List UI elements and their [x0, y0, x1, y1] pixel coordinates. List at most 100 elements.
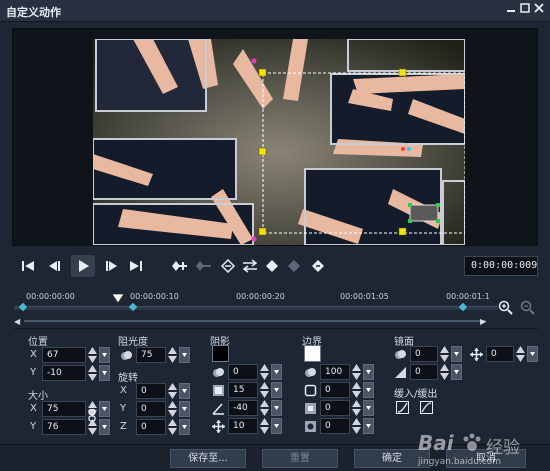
border-blur-value[interactable]: 0: [320, 400, 350, 416]
spin-arrows[interactable]: [352, 400, 361, 416]
border-width-spinner[interactable]: 0: [320, 382, 374, 398]
rotation-y-value[interactable]: 0: [136, 401, 166, 417]
reset-button[interactable]: 重置: [262, 449, 338, 468]
spin-arrows[interactable]: [352, 364, 361, 380]
mirror-fade-value[interactable]: 0: [410, 364, 438, 380]
size-y-spinner[interactable]: 76: [42, 419, 110, 435]
copy-keyframe-icon[interactable]: [308, 255, 328, 277]
shadow-angle-value[interactable]: -40: [228, 400, 258, 416]
spin-arrows[interactable]: [352, 382, 361, 398]
dropdown-icon[interactable]: [99, 401, 110, 417]
next-frame-icon[interactable]: [102, 255, 122, 277]
shadow-distance-spinner[interactable]: 10: [228, 418, 282, 434]
minimize-icon[interactable]: [504, 3, 518, 17]
swap-keyframes-icon[interactable]: [240, 255, 260, 277]
dropdown-icon[interactable]: [99, 365, 110, 381]
move-keyframe-right-icon[interactable]: [284, 255, 304, 277]
move-keyframe-left-icon[interactable]: [262, 255, 282, 277]
spin-arrows[interactable]: [168, 383, 177, 399]
dropdown-icon[interactable]: [271, 364, 282, 380]
dropdown-icon[interactable]: [271, 418, 282, 434]
shadow-angle-spinner[interactable]: -40: [228, 400, 282, 416]
dropdown-icon[interactable]: [363, 382, 374, 398]
size-x-value[interactable]: 75: [42, 401, 86, 417]
dropdown-icon[interactable]: [451, 364, 462, 380]
previous-frame-icon[interactable]: [44, 255, 64, 277]
remove-keyframe-icon[interactable]: [194, 255, 214, 277]
scroll-left-arrow[interactable]: ◀: [14, 317, 20, 326]
dropdown-icon[interactable]: [451, 346, 462, 362]
border-radius-value[interactable]: 0: [320, 418, 350, 434]
opacity-value[interactable]: 75: [136, 347, 166, 363]
spin-arrows[interactable]: [88, 365, 97, 381]
spin-arrows[interactable]: [260, 382, 269, 398]
spin-arrows[interactable]: [440, 346, 449, 362]
size-x-spinner[interactable]: 75: [42, 401, 110, 417]
position-x-value[interactable]: 67: [42, 347, 86, 363]
spin-arrows[interactable]: [260, 364, 269, 380]
mirror-offset-value[interactable]: 0: [486, 346, 514, 362]
mirror-offset-spinner[interactable]: 0: [486, 346, 538, 362]
border-width-value[interactable]: 0: [320, 382, 350, 398]
spin-arrows[interactable]: [516, 346, 525, 362]
timeline[interactable]: 00:00:00:00 00:00:00:10 00:00:00:20 00:0…: [14, 286, 538, 326]
dropdown-icon[interactable]: [99, 419, 110, 435]
rotation-z-value[interactable]: 0: [136, 419, 166, 435]
ease-in-icon[interactable]: [396, 401, 409, 414]
border-opacity-value[interactable]: 100: [320, 364, 350, 380]
reverse-keyframes-icon[interactable]: [218, 255, 238, 277]
size-y-value[interactable]: 76: [42, 419, 86, 435]
spin-arrows[interactable]: [440, 364, 449, 380]
dropdown-icon[interactable]: [179, 383, 190, 399]
timeline-scrollbar[interactable]: [24, 320, 486, 322]
spin-arrows[interactable]: [260, 400, 269, 416]
timeline-track[interactable]: [14, 306, 498, 310]
scroll-right-arrow[interactable]: ▶: [480, 317, 486, 326]
dropdown-icon[interactable]: [527, 346, 538, 362]
dropdown-icon[interactable]: [99, 347, 110, 363]
maximize-icon[interactable]: [518, 3, 532, 17]
dropdown-icon[interactable]: [271, 400, 282, 416]
mirror-fade-spinner[interactable]: 0: [410, 364, 462, 380]
border-opacity-spinner[interactable]: 100: [320, 364, 374, 380]
spin-arrows[interactable]: [88, 347, 97, 363]
go-to-end-icon[interactable]: [126, 255, 146, 277]
zoom-in-icon[interactable]: [498, 300, 514, 316]
position-y-value[interactable]: -10: [42, 365, 86, 381]
dropdown-icon[interactable]: [179, 347, 190, 363]
border-color-swatch[interactable]: [304, 345, 321, 362]
link-icon[interactable]: [86, 408, 99, 422]
rotation-x-value[interactable]: 0: [136, 383, 166, 399]
save-as-button[interactable]: 保存至...: [170, 449, 246, 468]
border-blur-spinner[interactable]: 0: [320, 400, 374, 416]
border-radius-spinner[interactable]: 0: [320, 418, 374, 434]
timecode-display[interactable]: 0:00:00:009: [464, 256, 538, 276]
go-to-start-icon[interactable]: [18, 255, 38, 277]
rotation-y-spinner[interactable]: 0: [136, 401, 190, 417]
mirror-opacity-spinner[interactable]: 0: [410, 346, 462, 362]
shadow-distance-value[interactable]: 10: [228, 418, 258, 434]
rotation-z-spinner[interactable]: 0: [136, 419, 190, 435]
zoom-out-icon[interactable]: [520, 300, 536, 316]
opacity-spinner[interactable]: 75: [136, 347, 190, 363]
dropdown-icon[interactable]: [179, 401, 190, 417]
rotation-x-spinner[interactable]: 0: [136, 383, 190, 399]
mirror-opacity-value[interactable]: 0: [410, 346, 438, 362]
spin-arrows[interactable]: [352, 418, 361, 434]
dropdown-icon[interactable]: [363, 418, 374, 434]
preview-image[interactable]: [93, 39, 465, 245]
shadow-opacity-spinner[interactable]: 0: [228, 364, 282, 380]
spin-arrows[interactable]: [168, 347, 177, 363]
close-icon[interactable]: [532, 3, 546, 17]
spin-arrows[interactable]: [260, 418, 269, 434]
ease-out-icon[interactable]: [420, 401, 433, 414]
dropdown-icon[interactable]: [363, 364, 374, 380]
spin-arrows[interactable]: [168, 419, 177, 435]
shadow-color-swatch[interactable]: [212, 345, 229, 362]
shadow-blur-value[interactable]: 15: [228, 382, 258, 398]
play-icon[interactable]: [71, 255, 95, 277]
shadow-blur-spinner[interactable]: 15: [228, 382, 282, 398]
position-y-spinner[interactable]: -10: [42, 365, 110, 381]
dropdown-icon[interactable]: [271, 382, 282, 398]
position-x-spinner[interactable]: 67: [42, 347, 110, 363]
